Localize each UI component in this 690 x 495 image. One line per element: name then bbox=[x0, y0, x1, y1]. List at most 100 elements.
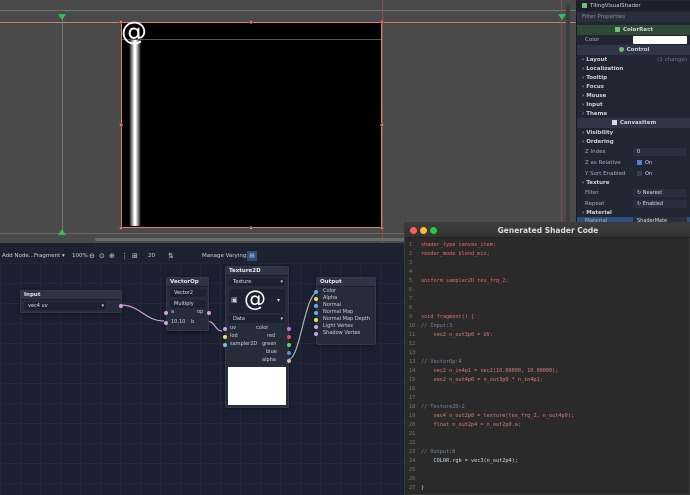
z-relative-checkbox[interactable]: On bbox=[633, 159, 687, 167]
window-title: Generated Shader Code bbox=[497, 226, 599, 235]
output-port[interactable] bbox=[119, 304, 123, 308]
input-port-lod[interactable] bbox=[223, 335, 227, 339]
zoom-out-icon[interactable]: ⊖ bbox=[89, 251, 95, 261]
texture-type-dropdown[interactable]: Data ▾ bbox=[229, 315, 285, 323]
category-ordering[interactable]: Ordering bbox=[577, 137, 690, 147]
node-icon bbox=[582, 3, 587, 8]
input-port-normal[interactable] bbox=[314, 304, 318, 308]
z-index-input[interactable]: 0 bbox=[633, 148, 687, 156]
resize-handle[interactable] bbox=[119, 20, 123, 24]
section-control[interactable]: Control bbox=[577, 45, 690, 55]
code-line: 27} bbox=[409, 483, 424, 493]
arrange-icon[interactable]: ⇅ bbox=[168, 251, 174, 261]
input-port-sampler[interactable] bbox=[223, 343, 227, 347]
grid-icon[interactable]: ⊞ bbox=[132, 251, 138, 261]
section-canvasitem[interactable]: CanvasItem bbox=[577, 118, 690, 128]
zoom-reset-icon[interactable]: ⊙ bbox=[99, 251, 105, 261]
output-port-red[interactable] bbox=[287, 335, 291, 339]
input-port-light-vertex[interactable] bbox=[314, 325, 318, 329]
visual-shader-graph[interactable]: Input vec4 uv ▾ VectorOp Vector2 Multiply… bbox=[0, 263, 405, 495]
mode-label: Fragment bbox=[34, 253, 61, 259]
color-swatch[interactable] bbox=[633, 36, 687, 44]
code-text: shader_type canvas_item; bbox=[421, 242, 496, 248]
anchor-pin-icon[interactable] bbox=[58, 229, 66, 235]
selection-outline[interactable] bbox=[121, 22, 382, 228]
output-port-alpha[interactable] bbox=[287, 359, 291, 363]
input-port-color[interactable] bbox=[314, 290, 318, 294]
code-line: 15 vec2 n_out4p0 = n_out3p0 * n_in4p1; bbox=[409, 375, 543, 385]
input-port-a[interactable] bbox=[164, 311, 168, 315]
code-text: render_mode blend_mix; bbox=[421, 251, 490, 257]
input-port-shadow-vertex[interactable] bbox=[314, 332, 318, 336]
preview-shader-icon[interactable]: ▤ bbox=[247, 251, 257, 261]
canvas-viewport[interactable]: @ bbox=[0, 0, 576, 243]
input-value: vec4 uv bbox=[28, 303, 48, 309]
code-text: vec2 n_out3p0 = UV; bbox=[421, 332, 493, 338]
port-normal-map-label: Normal Map bbox=[323, 309, 354, 315]
code-text: COLOR.rgb = vec3(n_out2p4); bbox=[421, 458, 518, 464]
ysort-checkbox[interactable]: On bbox=[633, 170, 687, 178]
guide-line-left bbox=[62, 16, 63, 234]
texture-resource-slot[interactable]: ▣ @ ▾ bbox=[229, 287, 285, 313]
snap-toggle-icon[interactable]: ⋮ bbox=[121, 251, 128, 261]
section-colorrect[interactable]: ColorRect bbox=[577, 25, 690, 35]
vectorop-type-dropdown[interactable]: Vector2 bbox=[170, 289, 206, 297]
resize-handle[interactable] bbox=[380, 226, 384, 230]
vertical-scrollbar[interactable] bbox=[566, 4, 570, 234]
guide-line bbox=[0, 10, 576, 11]
snap-value-input[interactable]: 20 bbox=[148, 251, 155, 261]
code-text: void fragment() { bbox=[421, 314, 475, 320]
input-node[interactable]: Input vec4 uv ▾ bbox=[20, 290, 123, 313]
input-port-normal-map[interactable] bbox=[314, 311, 318, 315]
inspector-title: TilingVisualShader bbox=[590, 3, 641, 9]
wire-uv-to-a bbox=[120, 304, 165, 322]
filter-properties-input[interactable]: Filter Properties bbox=[577, 12, 690, 22]
anchor-pin-icon[interactable] bbox=[58, 14, 66, 20]
z-index-row: Z Index 0 bbox=[577, 147, 690, 157]
mode-dropdown[interactable]: Fragment ▾ bbox=[34, 251, 65, 261]
vectorop-type: Vector2 bbox=[174, 290, 194, 296]
repeat-dropdown[interactable]: ↻ Enabled bbox=[633, 200, 687, 208]
vectorop-op-dropdown[interactable]: Multiply bbox=[170, 300, 206, 308]
anchor-pin-icon[interactable] bbox=[558, 14, 566, 20]
checkbox-icon bbox=[637, 171, 642, 176]
port-green-label: green bbox=[262, 341, 277, 347]
texture-source-dropdown[interactable]: Texture ▾ bbox=[229, 278, 285, 286]
output-port-green[interactable] bbox=[287, 343, 291, 347]
add-node-button[interactable]: Add Node... bbox=[2, 251, 34, 261]
resize-handle[interactable] bbox=[380, 20, 384, 24]
shader-code-view[interactable]: 1 shader_type canvas_item; 2 render_mode bl… bbox=[409, 240, 689, 494]
output-port-op[interactable] bbox=[207, 311, 211, 315]
resize-handle[interactable] bbox=[380, 123, 384, 127]
canvasitem-icon bbox=[611, 120, 617, 125]
resize-handle[interactable] bbox=[119, 123, 123, 127]
manage-varyings-button[interactable]: Manage Varyings bbox=[202, 251, 249, 261]
inspector-title-row[interactable]: TilingVisualShader bbox=[577, 1, 690, 11]
texture2d-node[interactable]: Texture2D Texture ▾ ▣ @ ▾ Data ▾ uv color … bbox=[223, 266, 291, 408]
code-line: 24 COLOR.rgb = vec3(n_out2p4); bbox=[409, 456, 518, 466]
port-sampler-label: sampler2D bbox=[230, 341, 258, 347]
input-port-alpha[interactable] bbox=[314, 297, 318, 301]
generated-shader-window: Generated Shader Code 1 shader_type canva… bbox=[404, 222, 690, 495]
output-port-color[interactable] bbox=[287, 327, 291, 331]
resize-handle[interactable] bbox=[249, 20, 253, 24]
zoom-in-icon[interactable]: ⊕ bbox=[109, 251, 115, 261]
category-label: Layout bbox=[586, 57, 608, 63]
code-text: vec2 n_out4p0 = n_out3p0 * n_in4p1; bbox=[421, 377, 543, 383]
filter-dropdown[interactable]: ↻ Nearest bbox=[633, 189, 687, 197]
resize-handle[interactable] bbox=[249, 226, 253, 230]
input-dropdown[interactable]: vec4 uv ▾ bbox=[24, 302, 106, 310]
output-port-blue[interactable] bbox=[287, 351, 291, 355]
category-texture[interactable]: Texture bbox=[577, 178, 690, 188]
resize-handle[interactable] bbox=[119, 226, 123, 230]
code-text: // Texture2D:2 bbox=[421, 404, 465, 410]
input-port-uv[interactable] bbox=[223, 327, 227, 331]
port-normal-map-depth-label: Normal Map Depth bbox=[323, 316, 371, 322]
vectorop-node[interactable]: VectorOp Vector2 Multiply a op 10,10 b bbox=[164, 277, 211, 331]
b-value-input[interactable]: 10,10 bbox=[171, 319, 185, 326]
input-port-b[interactable] bbox=[164, 321, 168, 325]
window-titlebar[interactable]: Generated Shader Code bbox=[405, 223, 690, 238]
code-text: float n_out2p4 = n_out2p0.a; bbox=[421, 422, 521, 428]
output-node[interactable]: Output Color Alpha Normal Normal Map Nor… bbox=[314, 277, 376, 345]
input-port-normal-map-depth[interactable] bbox=[314, 318, 318, 322]
